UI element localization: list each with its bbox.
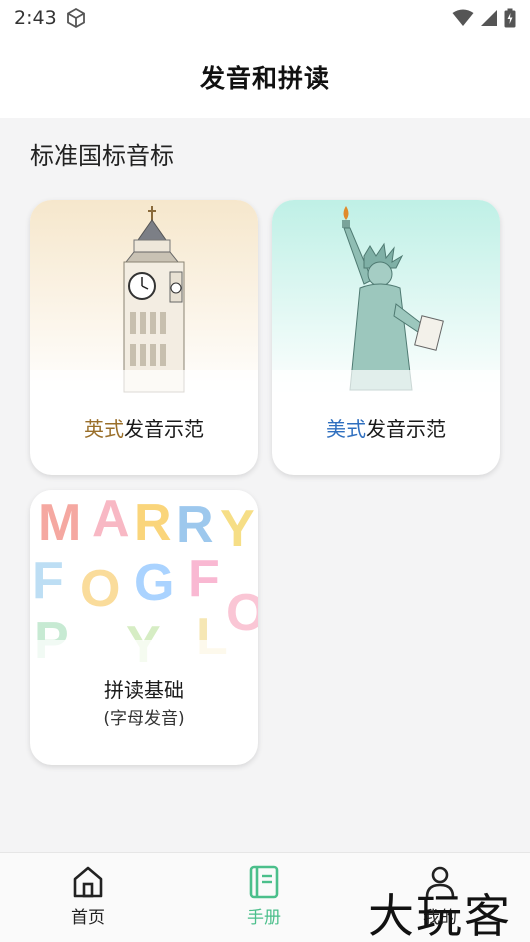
cell-signal-icon — [481, 10, 497, 26]
british-highlight: 英式 — [84, 417, 124, 441]
letter-r-2: R — [176, 496, 214, 554]
tab-handbook[interactable]: 手册 — [176, 853, 352, 942]
american-highlight: 美式 — [326, 417, 366, 441]
book-icon — [249, 865, 279, 899]
section-title: 标准国标音标 — [30, 142, 174, 170]
american-pronunciation-label: 美式发音示范 — [272, 413, 500, 442]
status-left: 2:43 — [14, 7, 87, 29]
big-ben-illustration — [30, 200, 258, 400]
wifi-icon — [452, 9, 474, 26]
american-pronunciation-card[interactable]: 美式发音示范 — [272, 200, 500, 475]
british-label-rest: 发音示范 — [124, 417, 204, 441]
phonics-basics-label: 拼读基础 — [104, 678, 184, 702]
status-time: 2:43 — [14, 7, 57, 29]
letter-m: M — [38, 494, 81, 552]
cube-icon — [66, 7, 85, 29]
letter-o: O — [80, 560, 120, 618]
status-right — [452, 8, 516, 28]
statue-of-liberty-illustration — [272, 200, 500, 400]
tab-home[interactable]: 首页 — [0, 853, 176, 942]
status-bar: 2:43 — [0, 0, 530, 36]
american-label-rest: 发音示范 — [366, 417, 446, 441]
letter-o-2: O — [226, 584, 258, 642]
watermark: 大玩客 — [368, 889, 512, 942]
british-pronunciation-label: 英式发音示范 — [30, 413, 258, 442]
british-pronunciation-card[interactable]: 英式发音示范 — [30, 200, 258, 475]
tab-handbook-label: 手册 — [247, 908, 281, 928]
letter-f-2: F — [188, 550, 220, 608]
letter-g: G — [134, 554, 174, 612]
letter-r: R — [134, 494, 172, 552]
letter-f: F — [32, 552, 64, 610]
colorful-letters-illustration: M A R R Y F O G F O P Y L — [30, 490, 258, 690]
battery-icon — [504, 8, 516, 28]
phonics-basics-card[interactable]: M A R R Y F O G F O P Y L 拼读基础 (字母发音) — [30, 490, 258, 765]
home-icon — [73, 866, 103, 898]
phonics-basics-sublabel: (字母发音) — [103, 709, 185, 729]
letter-a: A — [92, 490, 130, 548]
page-title: 发音和拼读 — [199, 64, 330, 93]
tab-home-label: 首页 — [71, 908, 105, 928]
app-header: 发音和拼读 — [0, 36, 530, 118]
letter-y: Y — [220, 500, 255, 558]
